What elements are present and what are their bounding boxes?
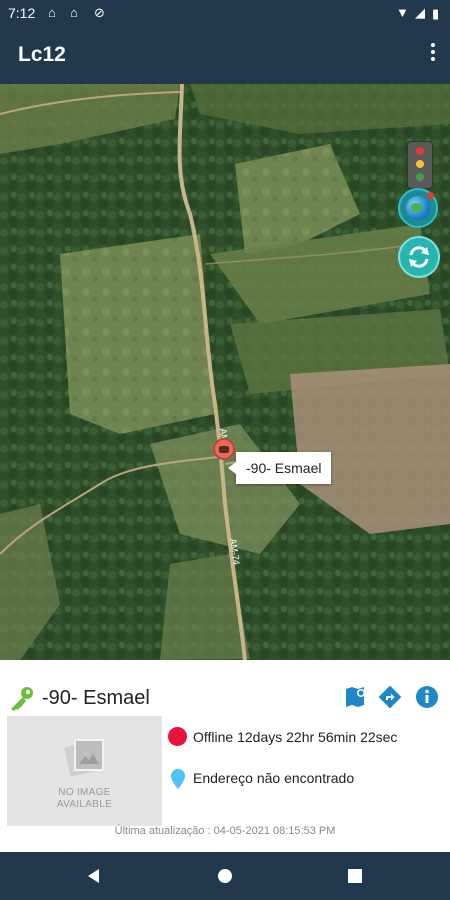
key-icon [11, 687, 33, 711]
app-bar: Lc12 [0, 26, 450, 84]
no-image-text: NO IMAGE [58, 787, 111, 798]
app-title: Lc12 [18, 43, 66, 66]
map-imagery: AM-74 AM-74 [0, 84, 450, 660]
bank-notification-icon: ⌂ [48, 5, 56, 20]
refresh-icon [409, 246, 429, 268]
satellite-map[interactable]: AM-74 AM-74 [0, 84, 450, 660]
globe-icon [406, 196, 430, 220]
directions-icon[interactable] [377, 684, 403, 710]
signal-icon: ◢ [415, 5, 425, 20]
status-bar: 7:12 ⌂ ⌂ ⊘ ▼ ◢ ▮ [0, 0, 450, 26]
overflow-menu-icon[interactable] [428, 40, 438, 68]
map-type-globe-button[interactable] [398, 188, 438, 228]
traffic-light-red-icon [416, 147, 424, 155]
map-layers-icon[interactable] [343, 684, 369, 710]
battery-icon: ▮ [432, 6, 440, 21]
vehicle-image-placeholder: NO IMAGE AVAILABLE [7, 716, 162, 826]
no-image-text: AVAILABLE [56, 799, 113, 810]
marker-callout[interactable]: -90- Esmael [227, 452, 332, 484]
no-disturb-icon: ⊘ [94, 5, 105, 20]
back-icon[interactable] [86, 868, 102, 884]
system-navigation-bar [0, 852, 450, 900]
traffic-light-green-icon [416, 173, 424, 181]
vehicle-status: Offline 12days 22hr 56min 22sec [193, 729, 398, 745]
info-icon[interactable] [414, 684, 440, 710]
vehicle-info-panel: -90- Esmael NO IMAGE AVAILABLE Offline 1… [0, 660, 450, 852]
location-pin-icon [171, 769, 185, 789]
home-icon[interactable] [217, 868, 233, 884]
traffic-light-yellow-icon [416, 160, 424, 168]
vehicle-name: -90- Esmael [42, 687, 150, 709]
recents-icon[interactable] [347, 868, 363, 884]
traffic-layer-button[interactable] [407, 141, 433, 189]
vehicle-marker-icon[interactable] [213, 438, 235, 460]
no-image-icon [64, 739, 104, 777]
vehicle-address: Endereço não encontrado [193, 770, 355, 786]
status-time: 7:12 [8, 5, 36, 21]
refresh-button[interactable] [398, 236, 440, 278]
last-update-text: Última atualização : 04-05-2021 08:15:53… [114, 825, 336, 837]
notification-dot [427, 192, 434, 199]
bank-notification-icon-2: ⌂ [70, 5, 78, 20]
wifi-icon: ▼ [396, 5, 409, 20]
offline-status-dot [168, 727, 187, 746]
marker-callout-label: -90- Esmael [246, 460, 322, 476]
